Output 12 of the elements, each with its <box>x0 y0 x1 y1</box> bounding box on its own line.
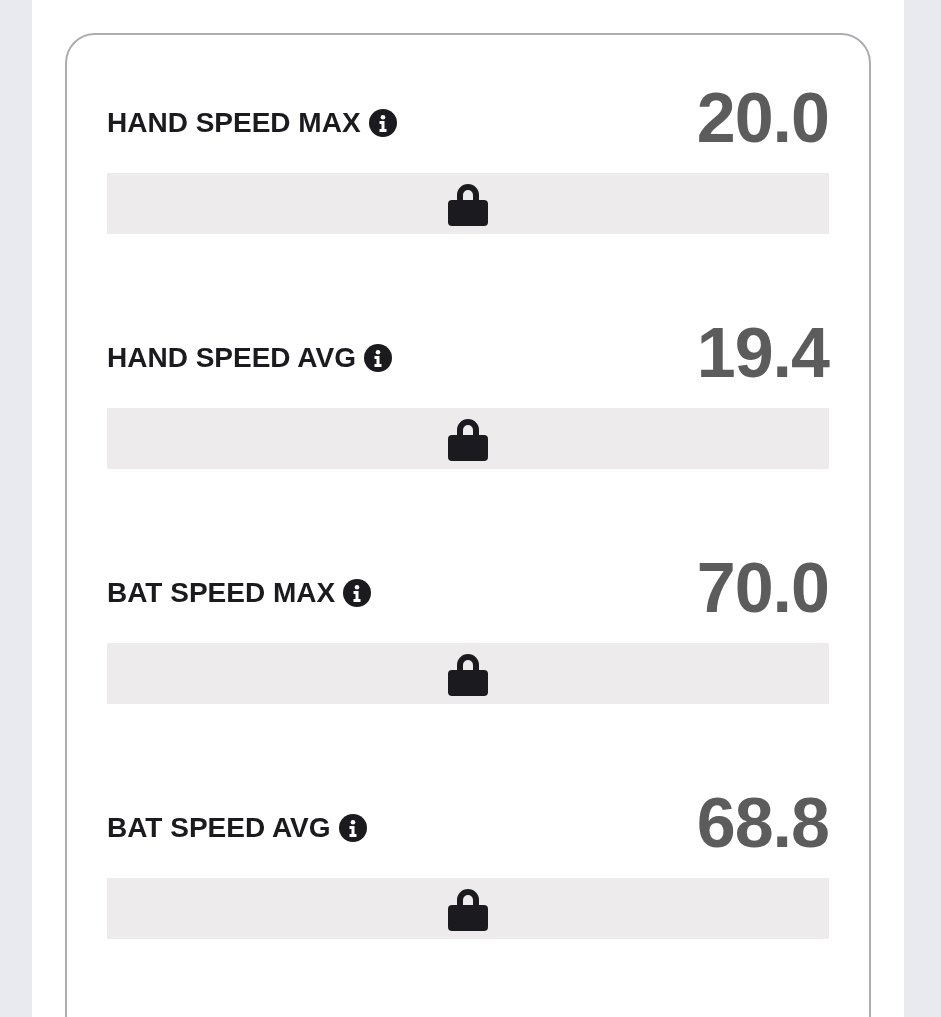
info-icon[interactable] <box>363 344 392 372</box>
metric-value: 68.8 <box>696 788 829 858</box>
metric-label: HAND SPEED AVG <box>107 344 356 372</box>
metric-value: 20.0 <box>696 83 829 153</box>
metric-label: BAT SPEED AVG <box>107 814 331 842</box>
info-icon[interactable] <box>368 109 397 137</box>
info-icon[interactable] <box>343 579 372 607</box>
metric-value: 70.0 <box>696 553 829 623</box>
metric-label: HAND SPEED MAX <box>107 109 361 137</box>
metric-value: 19.4 <box>696 318 829 388</box>
info-icon[interactable] <box>338 814 367 842</box>
metric-label: BAT SPEED MAX <box>107 579 336 607</box>
